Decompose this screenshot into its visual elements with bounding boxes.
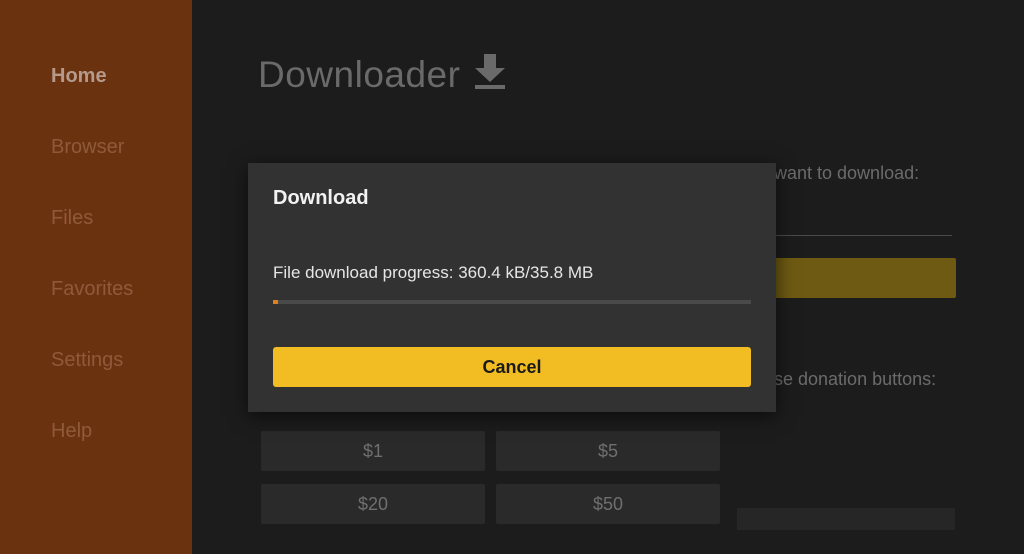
progress-text: File download progress: 360.4 kB/35.8 MB (273, 263, 594, 282)
dialog-title: Download (273, 187, 369, 209)
progress-bar-fill (273, 300, 278, 304)
sidebar-item-favorites[interactable]: Favorites (51, 278, 133, 301)
download-icon (475, 54, 505, 89)
sidebar-item-browser[interactable]: Browser (51, 136, 124, 159)
sidebar-item-settings[interactable]: Settings (51, 349, 123, 372)
url-prompt-text: want to download: (774, 163, 920, 183)
go-button[interactable] (752, 258, 956, 298)
url-input-underline[interactable] (752, 235, 952, 236)
donate-20-button[interactable]: $20 (261, 484, 485, 524)
downloader-app: Home Browser Files Favorites Settings He… (0, 0, 1024, 554)
sidebar: Home Browser Files Favorites Settings He… (0, 0, 192, 554)
sidebar-item-help[interactable]: Help (51, 420, 92, 443)
background-bar (737, 508, 955, 530)
donation-prompt-text: se donation buttons: (774, 369, 937, 389)
donate-1-button[interactable]: $1 (261, 431, 485, 471)
donate-50-button[interactable]: $50 (496, 484, 720, 524)
sidebar-item-files[interactable]: Files (51, 207, 93, 230)
progress-bar (273, 300, 751, 304)
page-title: Downloader (258, 54, 461, 95)
cancel-button[interactable]: Cancel (273, 347, 751, 387)
download-dialog: Download File download progress: 360.4 k… (248, 163, 776, 412)
sidebar-item-home[interactable]: Home (51, 65, 107, 88)
donate-5-button[interactable]: $5 (496, 431, 720, 471)
